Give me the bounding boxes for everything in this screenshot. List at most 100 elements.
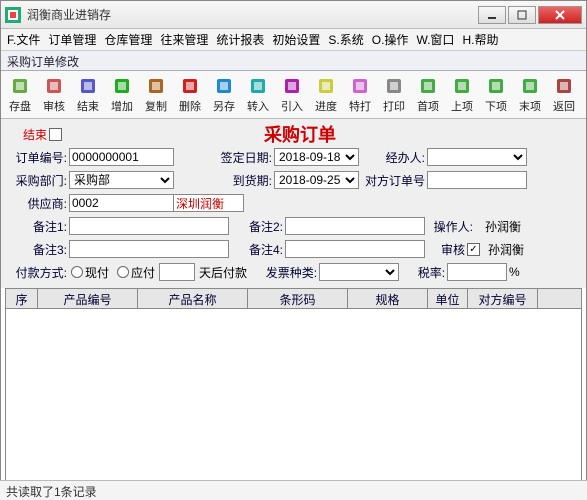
toolbar-special-button[interactable]: 特打	[343, 73, 377, 117]
menu-item-5[interactable]: 初始设置	[272, 31, 320, 48]
remark3-input[interactable]	[69, 240, 229, 258]
supplier-name-input[interactable]	[174, 194, 244, 212]
add-icon	[112, 76, 132, 96]
pay-days-suffix: 天后付款	[199, 264, 247, 281]
column-header[interactable]: 序号	[6, 289, 38, 308]
toolbar-label: 删除	[179, 98, 201, 114]
column-header[interactable]: 对方编号	[468, 289, 538, 308]
panel-title: 采购订单修改	[1, 51, 586, 71]
sign-date-select[interactable]: 2018-09-18	[274, 148, 359, 166]
sign-date-label: 签定日期:	[214, 149, 274, 166]
menu-item-3[interactable]: 往来管理	[160, 31, 208, 48]
menu-item-4[interactable]: 统计报表	[216, 31, 264, 48]
operator-value: 孙润衡	[475, 218, 531, 235]
toolbar: 存盘审核结束增加复制删除另存转入引入进度特打打印首项上项下项末项返回	[1, 71, 586, 119]
minimize-button[interactable]	[478, 6, 506, 24]
toolbar-saveas-button[interactable]: 另存	[207, 73, 241, 117]
finish-label: 结束	[9, 126, 49, 143]
menu-item-8[interactable]: W.窗口	[416, 31, 454, 48]
invoice-select[interactable]	[319, 263, 399, 281]
column-header[interactable]: 产品名称	[138, 289, 248, 308]
remark4-input[interactable]	[285, 240, 425, 258]
remark2-input[interactable]	[285, 217, 425, 235]
tax-input[interactable]	[447, 263, 507, 281]
toolbar-save-button[interactable]: 存盘	[3, 73, 37, 117]
pay-days-input[interactable]	[159, 263, 195, 281]
pay-later-radio[interactable]	[117, 266, 129, 278]
other-no-input[interactable]	[427, 171, 527, 189]
menu-item-7[interactable]: O.操作	[372, 31, 409, 48]
toolbar-introduce-button[interactable]: 引入	[275, 73, 309, 117]
special-icon	[350, 76, 370, 96]
toolbar-last-button[interactable]: 末项	[513, 73, 547, 117]
toolbar-prev-button[interactable]: 上项	[445, 73, 479, 117]
copy-icon	[146, 76, 166, 96]
supplier-code-input[interactable]	[69, 194, 174, 212]
toolbar-delete-button[interactable]: 删除	[173, 73, 207, 117]
toolbar-add-button[interactable]: 增加	[105, 73, 139, 117]
tax-unit: %	[509, 265, 520, 279]
arrive-date-select[interactable]: 2018-09-25	[274, 171, 359, 189]
menu-item-1[interactable]: 订单管理	[48, 31, 96, 48]
grid-header: 序号产品编号产品名称条形码规格单位对方编号	[6, 289, 581, 309]
remark4-label: 备注4:	[229, 241, 285, 258]
column-header[interactable]: 产品编号	[38, 289, 138, 308]
auditor-value: 孙润衡	[480, 241, 532, 258]
toolbar-copy-button[interactable]: 复制	[139, 73, 173, 117]
menu-item-6[interactable]: S.系统	[328, 31, 363, 48]
maximize-button[interactable]	[508, 6, 536, 24]
next-icon	[486, 76, 506, 96]
toolbar-label: 上项	[451, 98, 473, 114]
remark1-label: 备注1:	[9, 218, 69, 235]
toolbar-print-button[interactable]: 打印	[377, 73, 411, 117]
audit-icon	[44, 76, 64, 96]
menu-item-0[interactable]: F.文件	[7, 31, 40, 48]
column-header[interactable]: 条形码	[248, 289, 348, 308]
saveas-icon	[214, 76, 234, 96]
other-no-label: 对方订单号	[363, 172, 427, 189]
prev-icon	[452, 76, 472, 96]
remark2-label: 备注2:	[229, 218, 285, 235]
close-button[interactable]	[538, 6, 582, 24]
pay-label: 付款方式:	[9, 264, 69, 281]
finish-checkbox[interactable]	[49, 128, 62, 141]
pay-now-radio[interactable]	[71, 266, 83, 278]
menu-item-2[interactable]: 仓库管理	[104, 31, 152, 48]
handler-label: 经办人:	[377, 149, 427, 166]
toolbar-back-button[interactable]: 返回	[547, 73, 581, 117]
pay-later-label: 应付	[131, 264, 155, 281]
data-grid: 序号产品编号产品名称条形码规格单位对方编号	[5, 288, 582, 495]
column-header[interactable]: 单位	[428, 289, 468, 308]
window-title: 润衡商业进销存	[27, 6, 478, 23]
audit-checkbox[interactable]: ✓	[467, 243, 480, 256]
grid-body[interactable]	[6, 309, 581, 494]
toolbar-progress-button[interactable]: 进度	[309, 73, 343, 117]
toolbar-finish-button[interactable]: 结束	[71, 73, 105, 117]
menu-item-9[interactable]: H.帮助	[462, 31, 498, 48]
toolbar-first-button[interactable]: 首项	[411, 73, 445, 117]
first-icon	[418, 76, 438, 96]
toolbar-audit-button[interactable]: 审核	[37, 73, 71, 117]
delete-icon	[180, 76, 200, 96]
order-no-input[interactable]	[69, 148, 174, 166]
order-no-label: 订单编号:	[9, 149, 69, 166]
tax-label: 税率:	[399, 264, 447, 281]
operator-label: 操作人:	[425, 218, 475, 235]
dept-select[interactable]: 采购部	[69, 171, 174, 189]
toolbar-label: 返回	[553, 98, 575, 114]
toolbar-import-button[interactable]: 转入	[241, 73, 275, 117]
column-header[interactable]: 规格	[348, 289, 428, 308]
toolbar-label: 下项	[485, 98, 507, 114]
remark1-input[interactable]	[69, 217, 229, 235]
save-icon	[10, 76, 30, 96]
menubar: F.文件订单管理仓库管理往来管理统计报表初始设置 S.系统 O.操作 W.窗口 H.帮助	[1, 29, 586, 51]
print-icon	[384, 76, 404, 96]
audit-label: 审核	[425, 241, 467, 258]
dept-label: 采购部门:	[9, 172, 69, 189]
handler-select[interactable]	[427, 148, 527, 166]
toolbar-next-button[interactable]: 下项	[479, 73, 513, 117]
remark3-label: 备注3:	[9, 241, 69, 258]
supplier-label: 供应商:	[9, 195, 69, 212]
last-icon	[520, 76, 540, 96]
invoice-label: 发票种类:	[259, 264, 319, 281]
